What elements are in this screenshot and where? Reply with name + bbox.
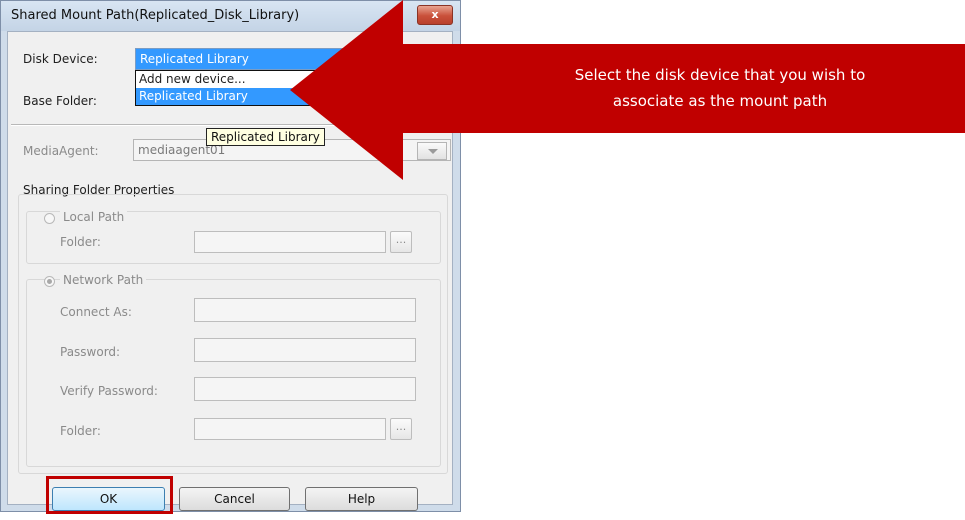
- callout-line-1: Select the disk device that you wish to: [574, 66, 866, 84]
- password-input[interactable]: [194, 338, 416, 362]
- verify-password-label: Verify Password:: [60, 384, 158, 398]
- connect-as-input[interactable]: [194, 298, 416, 322]
- network-folder-input[interactable]: [194, 418, 386, 440]
- local-folder-label: Folder:: [60, 235, 101, 249]
- callout-line-2: associate as the mount path: [612, 92, 828, 110]
- base-folder-label: Base Folder:: [23, 94, 97, 108]
- connect-as-label: Connect As:: [60, 305, 132, 319]
- password-label: Password:: [60, 345, 121, 359]
- network-path-label: Network Path: [60, 273, 147, 287]
- local-path-radio[interactable]: [44, 213, 55, 224]
- callout-text: Select the disk device that you wish to …: [520, 62, 920, 114]
- window-title: Shared Mount Path(Replicated_Disk_Librar…: [11, 8, 300, 23]
- ok-button-highlight: [46, 476, 173, 514]
- local-folder-input[interactable]: [194, 231, 386, 253]
- verify-password-input[interactable]: [194, 377, 416, 401]
- disk-device-label: Disk Device:: [23, 52, 98, 66]
- network-path-radio[interactable]: [44, 276, 55, 287]
- media-agent-label: MediaAgent:: [23, 144, 99, 158]
- network-folder-label: Folder:: [60, 424, 101, 438]
- local-folder-browse-button[interactable]: ...: [390, 231, 412, 253]
- help-button[interactable]: Help: [305, 487, 418, 511]
- local-path-label: Local Path: [60, 210, 128, 224]
- cancel-button[interactable]: Cancel: [179, 487, 290, 511]
- network-folder-browse-button[interactable]: ...: [390, 418, 412, 440]
